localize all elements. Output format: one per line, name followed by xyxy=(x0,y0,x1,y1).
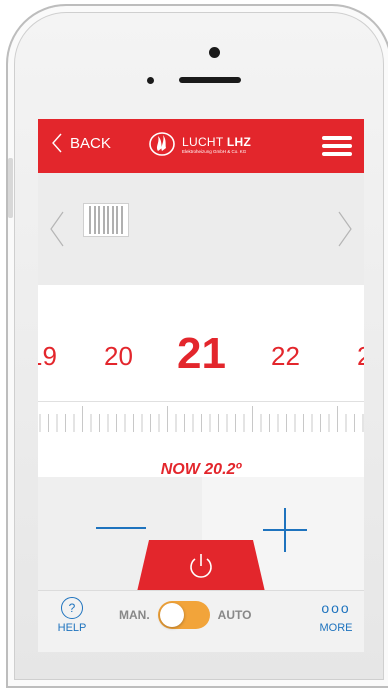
power-button[interactable] xyxy=(136,540,266,596)
temperature-controls xyxy=(38,477,364,596)
brand-logo: LUCHT LHZ Elektroheizung GmbH & Co. KG xyxy=(148,129,251,162)
chevron-left-icon[interactable] xyxy=(50,211,64,252)
chevron-left-icon xyxy=(52,133,62,153)
app-screen: BACK LUCHT LHZ Elektroheizung GmbH & Co.… xyxy=(38,119,364,652)
radiator-icon[interactable] xyxy=(83,203,129,237)
temperature-scale-value: 20 xyxy=(104,341,133,371)
temperature-scale-value: 19 xyxy=(38,341,57,371)
back-button[interactable]: BACK xyxy=(52,133,111,153)
bottom-bar: ? HELP MAN. AUTO ooo MORE xyxy=(38,590,364,652)
phone-speaker xyxy=(179,77,241,83)
mode-toggle[interactable] xyxy=(157,601,210,629)
help-button[interactable]: ? HELP xyxy=(52,597,92,634)
temperature-dial[interactable]: 19 20 21 22 23 NOW 20.2º xyxy=(38,285,364,478)
app-header: BACK LUCHT LHZ Elektroheizung GmbH & Co.… xyxy=(38,119,364,173)
minus-icon[interactable] xyxy=(96,527,146,529)
flame-logo-icon xyxy=(148,129,176,162)
temperature-scale-value: 22 xyxy=(271,341,300,371)
help-icon: ? xyxy=(61,597,83,619)
help-label: HELP xyxy=(57,622,87,634)
phone-camera xyxy=(209,47,220,58)
more-icon: ooo xyxy=(321,600,351,616)
device-selector xyxy=(38,173,364,285)
temperature-scale-value: 23 xyxy=(357,341,364,372)
more-label: MORE xyxy=(319,622,353,634)
phone-side-button xyxy=(8,158,13,218)
hamburger-menu-icon[interactable] xyxy=(322,136,352,156)
logo-name: LUCHT LHZ xyxy=(182,135,252,150)
more-button[interactable]: ooo MORE xyxy=(316,601,356,634)
selected-temperature: 21 xyxy=(177,329,226,378)
back-label: BACK xyxy=(70,134,111,152)
mode-toggle-group: MAN. AUTO xyxy=(119,601,251,629)
toggle-label-auto: AUTO xyxy=(217,608,252,622)
temperature-ruler xyxy=(38,401,364,432)
chevron-right-icon[interactable] xyxy=(338,211,352,252)
logo-subtitle: Elektroheizung GmbH & Co. KG xyxy=(182,149,247,155)
phone-sensor xyxy=(147,77,154,84)
plus-icon[interactable] xyxy=(263,508,307,552)
toggle-knob xyxy=(159,603,184,627)
toggle-label-manual: MAN. xyxy=(119,608,150,622)
